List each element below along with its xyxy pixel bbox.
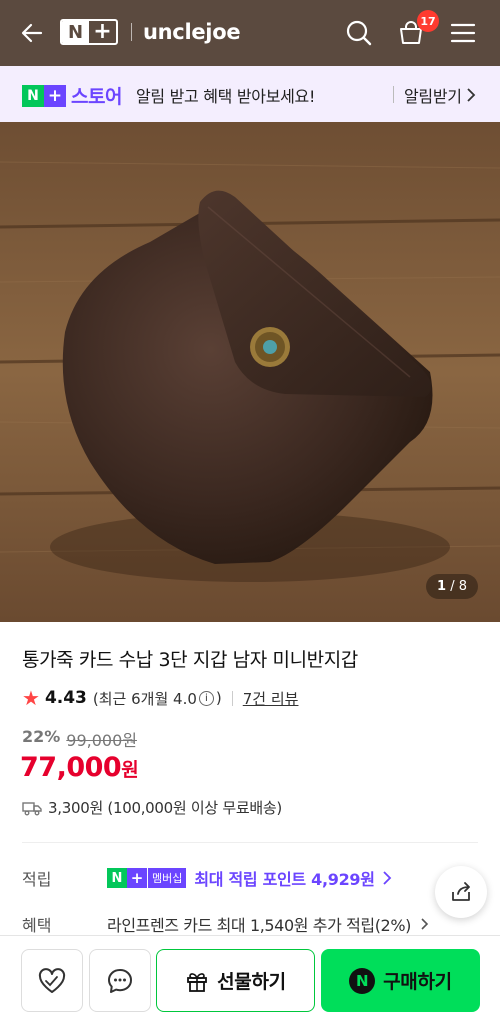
promo-logo-store: 스토어 (71, 86, 122, 108)
sale-price-value: 77,000 (20, 752, 122, 783)
bottom-action-bar: 선물하기 N 구매하기 (0, 935, 500, 1024)
logo-plus: + (93, 19, 112, 44)
gallery-page-separator: / (450, 579, 455, 594)
rating-divider (231, 690, 233, 706)
menu-icon (450, 23, 476, 43)
benefit-label: 혜택 (22, 916, 52, 935)
membership-logo-plus: + (127, 868, 147, 888)
truck-icon (22, 801, 42, 815)
search-button[interactable] (339, 13, 379, 53)
naver-plus-store-logo[interactable]: N + unclejoe (60, 19, 241, 45)
points-link[interactable]: N + 멤버십 최대 적립 포인트 4,929원 (107, 866, 393, 890)
gallery-current-page: 1 (437, 579, 447, 594)
card-benefit-link[interactable]: 라인프렌즈 카드 최대 1,540원 추가 적립(2%) (107, 912, 430, 936)
notification-promo-bar: N + 스토어 알림 받고 혜택 받아보세요! 알림받기 (0, 66, 500, 122)
rating-note-suffix: ) (215, 689, 222, 707)
cart-button[interactable]: 17 (391, 10, 439, 53)
membership-logo-n: N (107, 868, 127, 888)
search-icon (346, 20, 372, 46)
chevron-right-icon (467, 88, 475, 102)
info-icon[interactable]: i (198, 690, 214, 706)
buy-label: 구매하기 (383, 971, 452, 993)
gift-icon (187, 972, 208, 992)
product-rating: ★ 4.43 (최근 6개월 4.0 i ) 7건 리뷰 (22, 686, 298, 710)
membership-badge: 멤버십 (148, 868, 187, 888)
gift-label: 선물하기 (217, 971, 286, 993)
rating-note-prefix: (최근 6개월 4.0 (92, 689, 197, 708)
gift-button[interactable]: 선물하기 (156, 949, 315, 1012)
product-image-gallery[interactable]: 1 / 8 (0, 122, 500, 622)
card-benefit-text: 라인프렌즈 카드 최대 1,540원 추가 적립(2%) (107, 916, 411, 935)
promo-logo-n: N (22, 84, 44, 107)
cart-count-badge: 17 (417, 10, 439, 32)
points-label: 적립 (22, 870, 52, 889)
promo-logo-plus: + (44, 84, 66, 107)
gallery-page-indicator: 1 / 8 (426, 574, 478, 599)
chat-icon (108, 968, 132, 993)
logo-n: N (62, 21, 89, 43)
discount-row: 22% 99,000원 (22, 727, 137, 751)
back-arrow-icon (21, 23, 43, 43)
star-icon: ★ (22, 686, 40, 710)
naver-pay-n-icon: N (349, 967, 376, 994)
max-points-text: 최대 적립 포인트 4,929원 (194, 870, 375, 889)
shipping-text: 3,300원 (100,000원 이상 무료배송) (48, 799, 282, 817)
chat-inquiry-button[interactable] (89, 949, 151, 1012)
store-name: unclejoe (143, 20, 241, 44)
sale-price-unit: 원 (121, 759, 139, 781)
buy-button[interactable]: N 구매하기 (321, 949, 480, 1012)
logo-divider (131, 23, 132, 41)
sale-price: 77,000원 (20, 752, 139, 783)
review-count-link[interactable]: 7건 리뷰 (243, 688, 299, 709)
shipping-info: 3,300원 (100,000원 이상 무료배송) (22, 797, 282, 818)
rating-score: 4.43 (44, 688, 87, 708)
promo-divider (393, 86, 394, 103)
notification-subscribe-button[interactable]: 알림받기 (404, 83, 476, 107)
product-title: 통가죽 카드 수납 3단 지갑 남자 미니반지갑 (22, 649, 358, 671)
section-divider (22, 842, 478, 843)
promo-text: 알림 받고 혜택 받아보세요! (136, 87, 316, 106)
chevron-right-icon (383, 871, 391, 885)
back-button[interactable] (12, 13, 52, 53)
product-photo (0, 122, 500, 622)
discount-percent: 22% (22, 727, 61, 746)
naver-plus-badge: N + (60, 19, 118, 45)
menu-button[interactable] (443, 13, 483, 53)
gallery-total-pages: 8 (458, 579, 467, 594)
share-icon (452, 882, 470, 901)
naver-plus-store-promo-logo: N + 스토어 (22, 82, 122, 109)
app-header: N + unclejoe 17 (0, 0, 500, 66)
original-price: 99,000원 (66, 731, 138, 750)
notification-subscribe-label: 알림받기 (404, 87, 462, 106)
chevron-right-icon (421, 918, 428, 930)
heart-icon (38, 967, 66, 993)
share-button[interactable] (435, 866, 487, 918)
wishlist-button[interactable] (21, 949, 83, 1012)
